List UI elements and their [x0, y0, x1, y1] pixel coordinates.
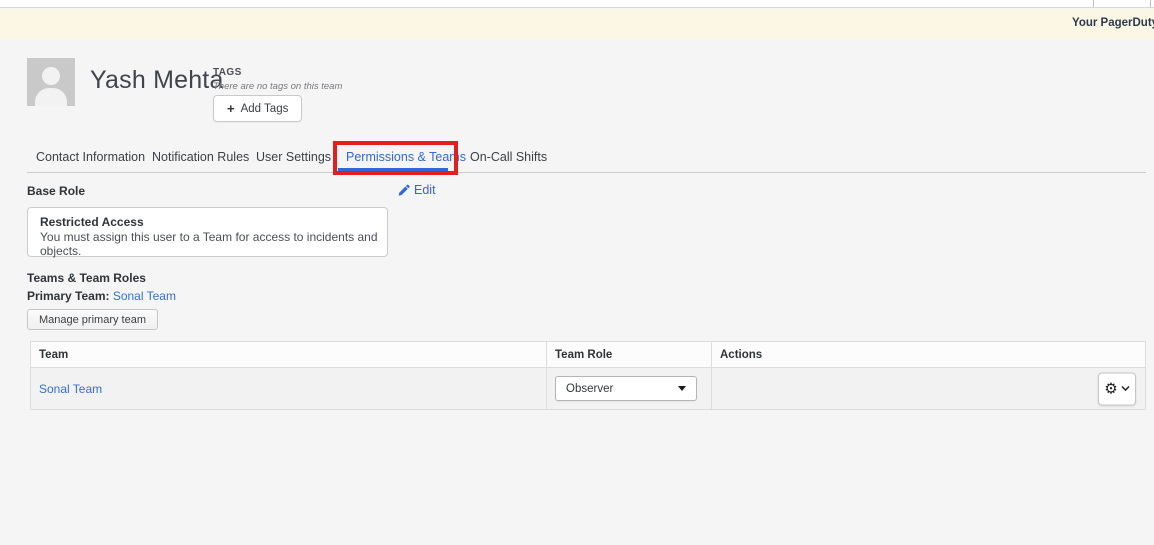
tab-permissions-teams[interactable]: Permissions & Teams [346, 150, 466, 164]
team-role-select[interactable]: Observer [555, 376, 697, 401]
team-role-selected-value: Observer [566, 383, 613, 395]
tab-user-settings[interactable]: User Settings [256, 150, 331, 164]
avatar [27, 58, 75, 106]
browser-chrome-strip [0, 0, 1154, 8]
plus-icon: + [227, 101, 235, 116]
avatar-silhouette-icon [42, 67, 60, 85]
manage-primary-team-button[interactable]: Manage primary team [27, 309, 158, 330]
tab-bar-divider [27, 172, 1146, 173]
team-role-cell: Observer [546, 368, 711, 409]
base-role-card: Restricted Access You must assign this u… [27, 207, 388, 257]
team-actions-button[interactable]: ⚙ [1098, 372, 1136, 405]
base-role-description: You must assign this user to a Team for … [40, 230, 381, 258]
actions-cell: ⚙ [711, 368, 1145, 409]
teams-table: Team Team Role Actions Sonal Team Observ… [30, 341, 1146, 410]
column-header-team: Team [31, 342, 546, 367]
add-tags-button[interactable]: + Add Tags [213, 95, 302, 122]
gear-icon: ⚙ [1104, 381, 1117, 396]
active-tab-underline [338, 168, 448, 171]
tags-empty-message: There are no tags on this team [213, 81, 342, 92]
caret-down-icon [678, 386, 686, 391]
edit-base-role-link[interactable]: Edit [398, 183, 436, 197]
chevron-down-icon [1121, 386, 1130, 392]
user-profile-page: Your PagerDuty tr Yash Mehta TAGS There … [0, 0, 1154, 545]
primary-team-label: Primary Team: [27, 289, 109, 303]
add-tags-label: Add Tags [241, 103, 289, 115]
table-row: Sonal Team Observer ⚙ [31, 368, 1145, 409]
tab-notification-rules[interactable]: Notification Rules [152, 150, 249, 164]
avatar-silhouette-icon [35, 88, 67, 106]
primary-team-line: Primary Team: Sonal Team [27, 289, 176, 303]
teams-heading: Teams & Team Roles [27, 271, 146, 285]
user-name: Yash Mehta [90, 66, 224, 95]
trial-banner-text: Your PagerDuty tr [1072, 9, 1154, 38]
tab-contact-information[interactable]: Contact Information [36, 150, 145, 164]
table-header-row: Team Team Role Actions [31, 342, 1145, 368]
trial-banner: Your PagerDuty tr [0, 9, 1154, 38]
tab-on-call-shifts[interactable]: On-Call Shifts [470, 150, 547, 164]
primary-team-link[interactable]: Sonal Team [113, 289, 176, 303]
column-header-actions: Actions [711, 342, 1145, 367]
base-role-label: Base Role [27, 184, 85, 198]
edit-link-label: Edit [414, 183, 436, 197]
team-link[interactable]: Sonal Team [39, 382, 102, 396]
tags-label: TAGS [213, 67, 242, 78]
pencil-icon [398, 184, 410, 196]
team-name-cell: Sonal Team [31, 368, 546, 409]
column-header-team-role: Team Role [546, 342, 711, 367]
chrome-tab-divider [1093, 0, 1094, 7]
chrome-tab-divider [1150, 0, 1151, 7]
base-role-title: Restricted Access [40, 215, 381, 229]
